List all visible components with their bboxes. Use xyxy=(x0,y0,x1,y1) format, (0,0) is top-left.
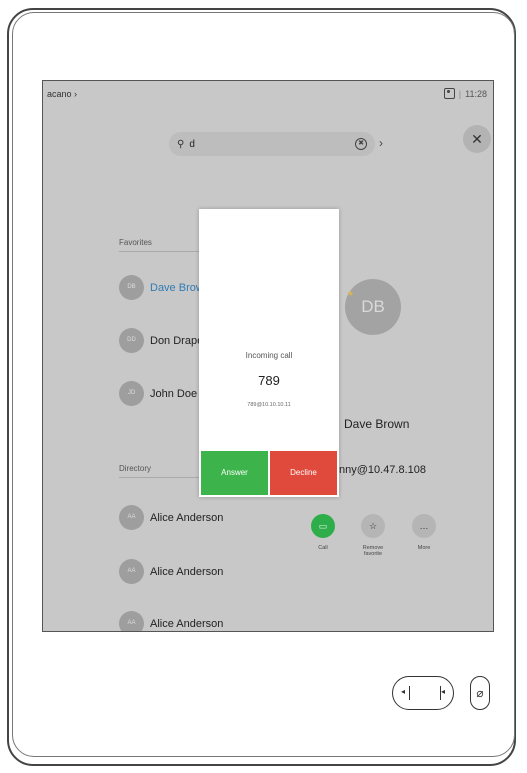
answer-button[interactable]: Answer xyxy=(201,451,268,495)
star-outline-icon: ☆ xyxy=(368,521,378,531)
avatar: DB xyxy=(119,275,144,300)
avatar: DD xyxy=(119,328,144,353)
incoming-call-title: Incoming call xyxy=(245,351,293,360)
favorites-divider xyxy=(119,251,199,252)
incoming-call-dialog: Incoming call 789 789@10.10.10.11 Answer… xyxy=(199,209,339,497)
close-icon[interactable]: ✕ xyxy=(463,125,491,153)
volume-bar xyxy=(409,686,441,700)
call-button[interactable]: ▭ xyxy=(311,514,335,538)
avatar: AA xyxy=(119,611,144,631)
favorite-item-john-doe[interactable]: JD John Doe xyxy=(119,381,197,406)
more-label: More xyxy=(417,545,431,551)
favorite-star-icon: ★ xyxy=(347,289,355,298)
directory-item[interactable]: AA Alice Anderson xyxy=(119,559,223,584)
status-area: | 11:28 xyxy=(443,88,487,99)
search-input[interactable]: d xyxy=(189,139,355,150)
avatar: JD xyxy=(119,381,144,406)
search-icon: ⚲ xyxy=(177,138,185,150)
section-favorites: Favorites xyxy=(119,238,152,247)
directory-item[interactable]: AA Alice Anderson xyxy=(119,505,223,530)
ellipsis-icon: … xyxy=(419,521,429,531)
favorite-item-dave-brown[interactable]: DB Dave Brown xyxy=(119,275,210,300)
status-divider: | xyxy=(458,88,462,99)
volume-control[interactable]: ◂ ◂ xyxy=(392,676,454,710)
remove-favorite-button[interactable]: ☆ xyxy=(361,514,385,538)
call-label: Call xyxy=(318,545,328,551)
volume-up-icon[interactable]: ◂ xyxy=(441,687,445,696)
video-call-icon: ▭ xyxy=(318,521,328,531)
section-directory: Directory xyxy=(119,464,152,473)
decline-button[interactable]: Decline xyxy=(270,451,337,495)
contact-name: Alice Anderson xyxy=(150,617,224,630)
contact-name: Alice Anderson xyxy=(150,565,224,578)
contact-name: John Doe xyxy=(150,387,198,400)
mute-microphone-icon[interactable]: ⌀ xyxy=(470,676,490,710)
contact-detail-name: Dave Brown xyxy=(344,417,410,431)
system-name[interactable]: acano › xyxy=(47,89,77,99)
directory-item[interactable]: AA Alice Anderson xyxy=(119,611,224,631)
person-icon[interactable] xyxy=(443,88,455,99)
avatar: AA xyxy=(119,559,144,584)
volume-down-icon[interactable]: ◂ xyxy=(401,687,405,696)
caller-uri: 789@10.10.10.11 xyxy=(247,402,291,408)
directory-divider xyxy=(119,477,199,478)
more-button[interactable]: … xyxy=(412,514,436,538)
clock: 11:28 xyxy=(465,88,487,99)
clear-search-icon[interactable]: ✖ xyxy=(355,138,367,150)
chevron-right-icon[interactable]: › xyxy=(379,136,383,150)
contact-avatar: DB xyxy=(345,279,401,335)
avatar: AA xyxy=(119,505,144,530)
caller-number: 789 xyxy=(258,373,280,388)
contact-name: Alice Anderson xyxy=(150,511,224,524)
favorite-item-don-draper[interactable]: DD Don Draper xyxy=(119,328,207,353)
remove-favorite-label: Remove favorite xyxy=(362,545,384,557)
contact-detail-uri: nny@10.47.8.108 xyxy=(339,464,427,476)
touch-screen: acano › | 11:28 ⚲ d ✖ › ✕ Favorites DB D… xyxy=(42,80,494,632)
search-field[interactable]: ⚲ d ✖ xyxy=(169,132,375,156)
